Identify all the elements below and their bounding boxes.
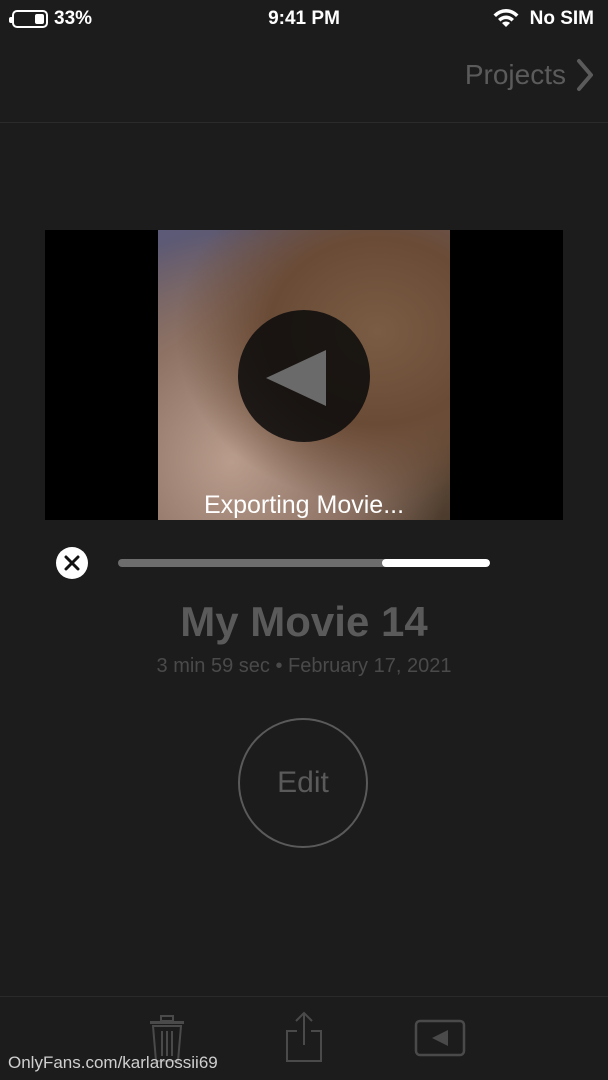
edit-label: Edit (277, 766, 329, 799)
play-icon (266, 350, 326, 406)
carrier-name: No SIM (529, 8, 594, 29)
screen: 33% 9:41 PM No SIM Projects Exporting Mo… (0, 0, 608, 1080)
nav-bar: Projects (0, 40, 608, 123)
play-button[interactable] (238, 310, 370, 442)
edit-button[interactable]: Edit (238, 718, 368, 848)
status-bar: 33% 9:41 PM No SIM (0, 0, 608, 40)
chevron-right-icon (577, 59, 593, 91)
project-meta: 3 min 59 sec • February 17, 2021 (156, 655, 452, 677)
carrier-group: No SIM (492, 8, 594, 30)
back-label: Projects (464, 59, 566, 90)
cancel-export-button[interactable] (56, 547, 88, 579)
close-icon (64, 555, 80, 571)
exporting-status: Exporting Movie... (203, 491, 405, 519)
watermark-text: OnlyFans.com/karlarossii69 (8, 1053, 218, 1072)
export-progress-fill (382, 559, 490, 567)
wifi-icon (493, 9, 519, 27)
preview-play-icon[interactable] (414, 1019, 466, 1057)
video-preview[interactable]: Exporting Movie... (45, 230, 563, 520)
project-title: My Movie 14 (180, 598, 428, 645)
bottom-toolbar: OnlyFans.com/karlarossii69 (0, 996, 608, 1080)
status-time: 9:41 PM (268, 8, 340, 29)
export-progress-bar (118, 559, 490, 567)
back-button[interactable]: Projects (465, 58, 594, 92)
share-icon[interactable] (285, 1011, 323, 1063)
